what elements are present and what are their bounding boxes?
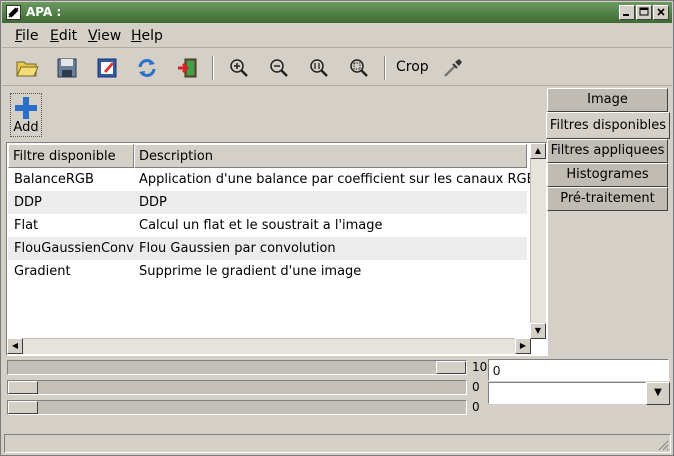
open-folder-icon[interactable]: [12, 54, 42, 82]
cell-description: Flou Gaussien par convolution: [139, 241, 336, 256]
cell-filter: BalanceRGB: [14, 172, 94, 187]
slider-thumb[interactable]: [436, 361, 466, 374]
chevron-down-icon[interactable]: ▼: [646, 382, 670, 405]
slider-1[interactable]: [7, 360, 467, 375]
table-row[interactable]: Gradient Supprime le gradient d'une imag…: [8, 260, 527, 283]
save-icon[interactable]: [52, 54, 82, 82]
table-row[interactable]: BalanceRGB Application d'une balance par…: [8, 168, 536, 191]
zoom-in-icon[interactable]: [224, 54, 254, 82]
add-plus-icon: [15, 97, 37, 119]
edit-icon[interactable]: [92, 54, 122, 82]
menu-help[interactable]: Help: [131, 28, 163, 44]
title-bar[interactable]: APA :: [2, 2, 672, 23]
toolbar-separator: [384, 56, 386, 80]
column-header-filter[interactable]: Filtre disponible: [8, 144, 134, 168]
slider-thumb[interactable]: [8, 381, 38, 394]
table-row[interactable]: DDP DDP: [8, 191, 527, 214]
filter-table: Filtre disponible Description BalanceRGB…: [6, 142, 548, 356]
cell-filter: FlouGaussienConv: [14, 241, 134, 256]
table-row[interactable]: FlouGaussienConv Flou Gaussien par convo…: [8, 237, 527, 260]
scroll-right-icon[interactable]: ▶: [515, 338, 531, 354]
scroll-left-icon[interactable]: ◀: [7, 338, 23, 354]
tab-filtres-appliquees[interactable]: Filtres appliquees: [547, 139, 668, 163]
toolbar-separator: [212, 56, 214, 80]
eyedropper-icon[interactable]: [438, 54, 468, 82]
app-window: APA : File Edit View Help Crop Add Filtr…: [0, 0, 674, 456]
cell-description: Supprime le gradient d'une image: [139, 264, 362, 279]
window-title: APA :: [26, 5, 62, 19]
close-button[interactable]: [653, 5, 669, 20]
tab-pre-traitement[interactable]: Pré-traitement: [547, 187, 668, 211]
menu-bar: File Edit View Help: [2, 24, 672, 48]
value-input[interactable]: [488, 359, 669, 381]
app-icon: [6, 5, 21, 20]
menu-file[interactable]: File: [15, 28, 38, 44]
tab-filtres-disponibles[interactable]: Filtres disponibles: [546, 112, 670, 139]
maximize-button[interactable]: [636, 5, 652, 20]
table-row[interactable]: Flat Calcul un flat et le soustrait a l'…: [8, 214, 527, 237]
cell-description: Application d'une balance par coefficien…: [139, 172, 536, 187]
menu-edit[interactable]: Edit: [50, 28, 77, 44]
minimize-button[interactable]: [619, 5, 635, 20]
horizontal-scrollbar[interactable]: ◀ ▶: [7, 338, 531, 354]
tab-histogrames[interactable]: Histogrames: [547, 163, 668, 187]
column-header-description[interactable]: Description: [134, 144, 527, 168]
zoom-reset-icon[interactable]: [344, 54, 374, 82]
refresh-icon[interactable]: [132, 54, 162, 82]
slider-2-value: 0: [472, 380, 480, 394]
cell-description: DDP: [139, 195, 167, 210]
menu-view[interactable]: View: [88, 28, 121, 44]
slider-1-value: 10: [472, 360, 488, 374]
scroll-down-icon[interactable]: ▼: [530, 323, 546, 339]
vertical-scrollbar[interactable]: ▲ ▼: [530, 143, 546, 339]
slider-2[interactable]: [7, 380, 467, 395]
crop-button[interactable]: Crop: [396, 59, 429, 75]
cell-filter: DDP: [14, 195, 42, 210]
scroll-up-icon[interactable]: ▲: [530, 143, 546, 159]
slider-thumb[interactable]: [8, 401, 38, 414]
toolbar: Crop: [2, 49, 672, 86]
exit-icon[interactable]: [172, 54, 202, 82]
dropdown-select[interactable]: [488, 382, 646, 404]
cell-description: Calcul un flat et le soustrait a l'image: [139, 218, 383, 233]
tab-image[interactable]: Image: [547, 88, 668, 112]
table-header: Filtre disponible Description: [8, 144, 527, 168]
add-button[interactable]: Add: [10, 93, 42, 137]
zoom-out-icon[interactable]: [264, 54, 294, 82]
status-bar: [4, 434, 671, 453]
slider-3[interactable]: [7, 400, 467, 415]
resize-grip-icon[interactable]: [657, 439, 669, 451]
zoom-fit-icon[interactable]: [304, 54, 334, 82]
add-button-label: Add: [13, 120, 39, 135]
cell-filter: Gradient: [14, 264, 71, 279]
slider-3-value: 0: [472, 400, 480, 414]
cell-filter: Flat: [14, 218, 39, 233]
